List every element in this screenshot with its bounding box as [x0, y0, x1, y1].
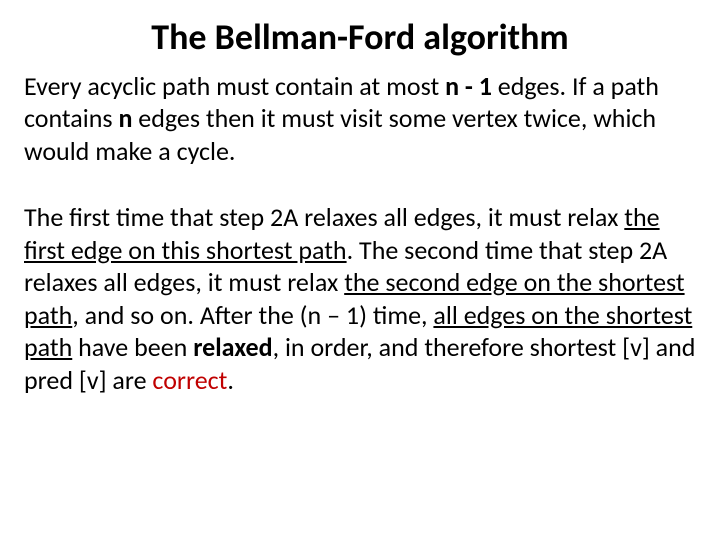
slide-title: The Bellman-Ford algorithm: [24, 18, 696, 58]
text: The first time that step 2A relaxes all …: [24, 201, 624, 233]
slide-body: Every acyclic path must contain at most …: [24, 70, 696, 397]
text: , and so on. After the (n – 1) time,: [72, 299, 433, 331]
paragraph-gap: [24, 167, 696, 201]
paragraph-1: Every acyclic path must contain at most …: [24, 70, 696, 168]
red-text: correct: [152, 364, 227, 396]
text: Every acyclic path must contain at most: [24, 70, 445, 102]
text: have been: [72, 331, 193, 363]
bold-text: n - 1: [445, 70, 492, 102]
text: .: [227, 364, 234, 396]
slide: The Bellman-Ford algorithm Every acyclic…: [0, 0, 720, 540]
paragraph-2: The first time that step 2A relaxes all …: [24, 201, 696, 396]
bold-text: n: [118, 102, 132, 134]
bold-text: relaxed: [193, 331, 272, 363]
